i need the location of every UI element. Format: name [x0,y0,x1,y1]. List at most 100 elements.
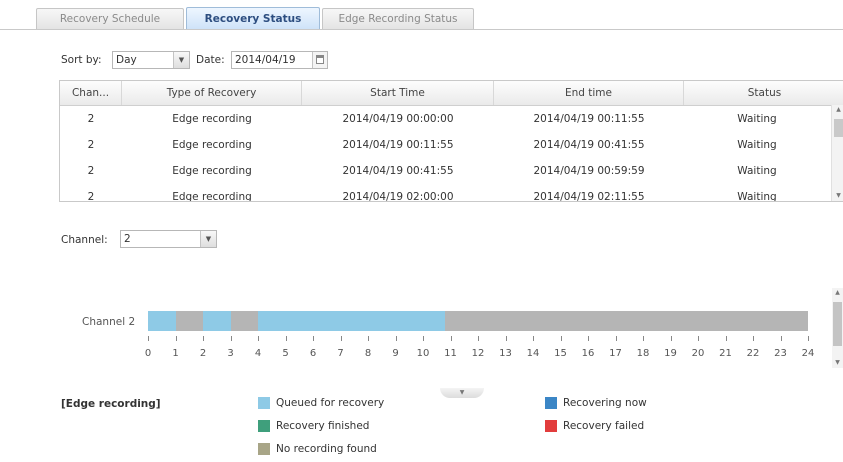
date-label: Date: [196,54,225,66]
timeline-tick-mark [505,336,507,341]
channel-value: 2 [124,233,131,245]
scroll-down-icon[interactable]: ▼ [832,358,843,368]
timeline-tick-mark [725,336,727,341]
timeline-segment-queued [203,311,231,331]
legend-swatch-none [258,443,270,455]
timeline-tick-mark [588,336,589,341]
calendar-icon[interactable] [312,52,327,68]
timeline-hour-label: 4 [254,348,262,359]
cell-start-time: 2014/04/19 00:00:00 [342,113,454,125]
timeline-hour-label: 2 [199,348,207,359]
timeline-tick-mark [340,336,342,341]
scroll-up-icon[interactable]: ▲ [832,105,843,115]
timeline-tick-mark [753,336,754,341]
timeline-segment-none [175,311,203,331]
cell-status: Waiting [737,113,777,125]
sort-by-select[interactable]: Day ▼ [112,51,190,69]
timeline-hour-label: 1 [172,348,179,359]
table-scrollbar-thumb[interactable] [834,119,843,137]
column-header-end-time[interactable]: End time [494,81,684,105]
date-value: 2014/04/19 [235,54,296,66]
legend-label-queued: Queued for recovery [276,397,385,409]
tab-edge-recording-status[interactable]: Edge Recording Status [322,8,474,29]
timeline-hour-label: 0 [144,348,152,359]
timeline-scrollbar[interactable]: ▲ ▼ [832,288,843,368]
timeline-segment-none [445,311,808,331]
tab-divider [0,29,843,30]
timeline-tick-mark [450,336,452,341]
timeline-tick-mark [285,336,287,341]
cell-status: Waiting [737,139,777,151]
timeline-tick-mark [203,336,204,341]
legend-label-finished: Recovery finished [276,420,370,432]
timeline-hour-label: 19 [664,348,677,359]
timeline-row-label: Channel 2 [82,316,136,328]
tab-recovery-schedule[interactable]: Recovery Schedule [36,8,184,29]
sort-by-label: Sort by: [61,54,102,66]
scroll-down-icon[interactable]: ▼ [832,191,843,201]
timeline-tick-mark [533,336,534,341]
timeline-tick-mark [175,336,177,341]
channel-select[interactable]: 2 ▼ [120,230,217,248]
column-header-start-time[interactable]: Start Time [302,81,494,105]
chevron-down-icon[interactable]: ▼ [200,231,216,247]
legend-swatch-recovering [545,397,557,409]
timeline-tick-mark [313,336,314,341]
table-scrollbar[interactable]: ▲ ▼ [831,105,843,201]
table-row[interactable]: 2 Edge recording 2014/04/19 02:00:00 201… [60,184,830,202]
recovery-status-table: Chan... Type of Recovery Start Time End … [59,80,843,202]
timeline-scrollbar-thumb[interactable] [833,302,842,346]
table-row[interactable]: 2 Edge recording 2014/04/19 00:00:00 201… [60,106,830,132]
legend-title: [Edge recording] [61,398,161,410]
timeline-hour-label: 5 [282,348,289,359]
timeline-tick-mark [478,336,479,341]
timeline-tick-mark [560,336,562,341]
collapse-toggle[interactable]: ▼ [440,388,484,398]
channel-timeline-bar[interactable] [148,311,808,331]
table-row[interactable]: 2 Edge recording 2014/04/19 00:41:55 201… [60,158,830,184]
tab-bar: Recovery Schedule Recovery Status Edge R… [0,0,843,30]
cell-start-time: 2014/04/19 00:11:55 [342,139,454,151]
column-header-type[interactable]: Type of Recovery [122,81,302,105]
timeline-hour-label: 24 [801,348,815,359]
timeline-tick-mark [698,336,699,341]
timeline-hour-label: 14 [526,348,540,359]
timeline-tick-mark [615,336,617,341]
tab-recovery-status[interactable]: Recovery Status [186,7,320,30]
table-row[interactable]: 2 Edge recording 2014/04/19 00:11:55 201… [60,132,830,158]
timeline-hour-label: 3 [227,348,234,359]
timeline-segment-queued [148,311,176,331]
sort-by-value: Day [116,54,137,66]
timeline-hour-label: 18 [636,348,650,359]
timeline-hour-label: 21 [719,348,732,359]
cell-channel: 2 [87,165,95,177]
timeline-hour-label: 10 [416,348,430,359]
timeline-hour-label: 22 [746,348,760,359]
cell-type: Edge recording [172,165,252,177]
timeline-tick-mark [258,336,259,341]
column-header-channel[interactable]: Chan... [60,81,122,105]
cell-end-time: 2014/04/19 00:59:59 [533,165,645,177]
legend-label-none: No recording found [276,443,377,455]
timeline-segment-none [230,311,258,331]
timeline-tick-mark [230,336,232,341]
timeline-tick-mark [670,336,672,341]
timeline-hour-label: 15 [554,348,567,359]
cell-channel: 2 [87,191,95,202]
table-header: Chan... Type of Recovery Start Time End … [60,81,843,106]
timeline-hour-label: 17 [609,348,622,359]
cell-end-time: 2014/04/19 00:11:55 [533,113,645,125]
column-header-status[interactable]: Status [684,81,843,105]
scroll-up-icon[interactable]: ▲ [832,288,843,298]
cell-channel: 2 [87,139,95,151]
chevron-down-icon[interactable]: ▼ [173,52,189,68]
timeline-hour-label: 16 [581,348,595,359]
date-field[interactable]: 2014/04/19 [231,51,328,69]
timeline-hour-label: 11 [444,348,457,359]
cell-channel: 2 [87,113,95,125]
legend-swatch-finished [258,420,270,432]
timeline-hour-label: 7 [337,348,344,359]
legend-label-failed: Recovery failed [563,420,645,432]
legend-swatch-failed [545,420,557,432]
timeline-hour-label: 6 [309,348,317,359]
